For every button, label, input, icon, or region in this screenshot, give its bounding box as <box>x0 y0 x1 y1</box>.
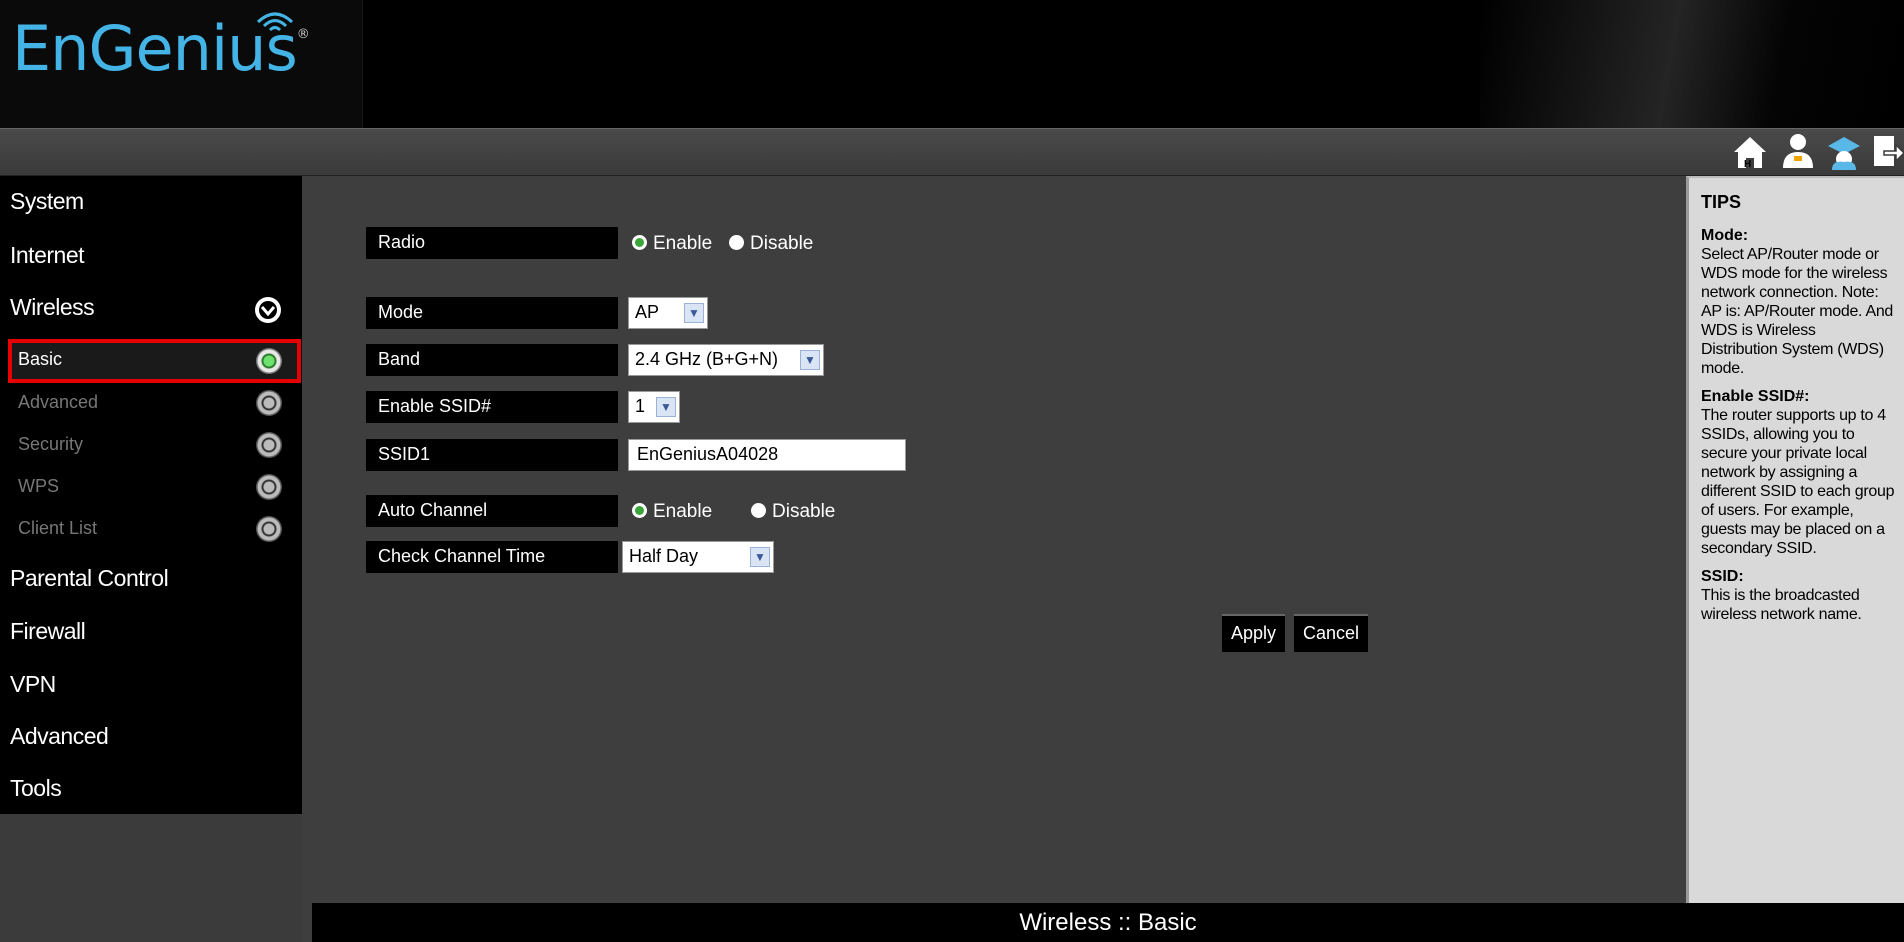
status-icon <box>256 474 282 500</box>
ssid1-input[interactable]: EnGeniusA04028 <box>628 439 906 471</box>
radio-enable-label[interactable]: Enable <box>653 233 712 255</box>
sidebar-item-internet[interactable]: Internet <box>10 242 85 269</box>
enable-ssid-select[interactable]: 1 ▼ <box>628 391 680 423</box>
tip-ssid-num-body: The router supports up to 4 SSIDs, allow… <box>1701 407 1895 557</box>
tips-panel: TIPS Mode: Select AP/Router mode or WDS … <box>1686 176 1904 903</box>
chevron-down-icon: ▼ <box>656 397 676 417</box>
mode-value: AP <box>635 302 660 322</box>
active-status-icon <box>256 348 282 374</box>
sidebar-filler <box>0 814 302 942</box>
enable-ssid-label: Enable SSID# <box>366 391 618 423</box>
sidebar-item-advanced-sub[interactable]: Advanced <box>18 392 98 413</box>
chevron-down-icon: ▼ <box>684 303 704 323</box>
tip-ssid-body: This is the broadcasted wireless network… <box>1701 587 1862 623</box>
footer-gap <box>302 903 312 942</box>
band-label: Band <box>366 344 618 376</box>
tip-ssid-title: SSID: <box>1701 568 1744 585</box>
check-channel-time-label: Check Channel Time <box>366 541 618 573</box>
sidebar-item-advanced[interactable]: Advanced <box>10 723 109 750</box>
radio-label: Radio <box>366 227 618 259</box>
mode-label: Mode <box>366 297 618 329</box>
chevron-down-icon: ▼ <box>750 547 770 567</box>
user-icon[interactable] <box>1780 132 1816 170</box>
sidebar-item-firewall[interactable]: Firewall <box>10 618 86 645</box>
auto-channel-label: Auto Channel <box>366 495 618 527</box>
auto-channel-disable-radio[interactable] <box>751 503 766 518</box>
sidebar-item-client-list[interactable]: Client List <box>18 518 97 539</box>
ssid1-label: SSID1 <box>366 439 618 471</box>
logout-icon[interactable] <box>1870 132 1904 170</box>
page-title: Wireless :: Basic <box>312 903 1904 942</box>
status-icon <box>256 516 282 542</box>
tip-ssid-num-title: Enable SSID#: <box>1701 388 1810 405</box>
sidebar-item-wps[interactable]: WPS <box>18 476 59 497</box>
wifi-logo-icon <box>256 12 294 32</box>
radio-disable-radio[interactable] <box>729 235 744 250</box>
sidebar-item-security[interactable]: Security <box>18 434 83 455</box>
radio-enable-radio[interactable] <box>632 235 647 250</box>
sidebar-item-basic[interactable]: Basic <box>18 349 62 370</box>
enable-ssid-value: 1 <box>635 396 646 416</box>
chevron-down-icon: ▼ <box>800 350 820 370</box>
wizard-icon[interactable] <box>1826 132 1862 170</box>
sidebar-item-wireless[interactable]: Wireless <box>10 294 95 321</box>
header-shine <box>1480 0 1904 128</box>
cancel-button[interactable]: Cancel <box>1294 614 1369 652</box>
sidebar-item-system[interactable]: System <box>10 188 84 215</box>
home-icon[interactable]: H <box>1732 132 1768 170</box>
band-value: 2.4 GHz (B+G+N) <box>635 349 779 369</box>
auto-channel-disable-label[interactable]: Disable <box>772 501 835 523</box>
toolbar <box>0 128 1904 176</box>
main-content <box>302 176 1686 903</box>
band-select[interactable]: 2.4 GHz (B+G+N) ▼ <box>628 344 824 376</box>
check-channel-time-select[interactable]: Half Day ▼ <box>622 541 774 573</box>
status-icon <box>256 390 282 416</box>
apply-button[interactable]: Apply <box>1222 614 1286 652</box>
status-icon <box>256 432 282 458</box>
auto-channel-enable-radio[interactable] <box>632 503 647 518</box>
sidebar-item-parental-control[interactable]: Parental Control <box>10 565 169 592</box>
logo: EnGenius® <box>0 0 363 128</box>
tip-mode-body: Select AP/Router mode or WDS mode for th… <box>1701 246 1894 377</box>
sidebar-item-tools[interactable]: Tools <box>10 775 62 802</box>
mode-select[interactable]: AP ▼ <box>628 297 708 329</box>
chevron-down-icon[interactable] <box>255 297 281 323</box>
check-channel-time-value: Half Day <box>629 546 699 566</box>
header: EnGenius® <box>0 0 1904 128</box>
tip-mode-title: Mode: <box>1701 227 1749 244</box>
radio-disable-label[interactable]: Disable <box>750 233 813 255</box>
tips-heading: TIPS <box>1701 192 1742 212</box>
auto-channel-enable-label[interactable]: Enable <box>653 501 712 523</box>
svg-text:H: H <box>1744 159 1751 170</box>
sidebar-item-vpn[interactable]: VPN <box>10 671 56 698</box>
